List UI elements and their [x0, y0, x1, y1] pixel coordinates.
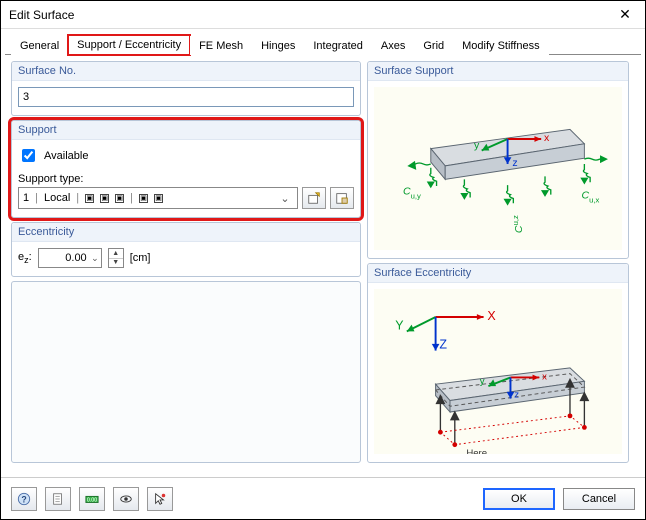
- cancel-button[interactable]: Cancel: [563, 488, 635, 510]
- surface-support-preview-group: Surface Support x y z: [367, 61, 629, 259]
- ez-value-input[interactable]: 0.00 ⌄: [38, 248, 102, 268]
- chevron-down-icon: ⌄: [91, 253, 99, 264]
- svg-text:Y: Y: [395, 318, 404, 332]
- dialog-footer: ? 0.00 OK Cancel: [1, 477, 645, 519]
- svg-text:u,y: u,y: [411, 192, 421, 201]
- ez-label: ez:: [18, 251, 32, 265]
- tab-strip: General Support / Eccentricity FE Mesh H…: [5, 33, 641, 55]
- units-icon: 0.00: [85, 492, 99, 506]
- support-title: Support: [12, 121, 360, 140]
- tab-grid[interactable]: Grid: [414, 36, 453, 55]
- tab-hinges[interactable]: Hinges: [252, 36, 304, 55]
- available-checkbox-row[interactable]: Available: [18, 146, 354, 165]
- surface-no-group: Surface No.: [11, 61, 361, 116]
- available-checkbox[interactable]: [22, 149, 35, 162]
- support-group: Support Available Support type: 1 | Loca…: [11, 120, 361, 218]
- svg-text:x: x: [542, 371, 547, 382]
- note-icon: [51, 492, 65, 506]
- ecc-preview-svg: X Y Z x y: [378, 293, 618, 454]
- support-type-dropdown[interactable]: 1 | Local | ▣ ▣ ▣ | ▣ ▣ ⌄: [18, 187, 298, 209]
- surface-eccentricity-illustration: X Y Z x y: [374, 289, 622, 454]
- tab-axes[interactable]: Axes: [372, 36, 414, 55]
- edit-support-button[interactable]: [330, 187, 354, 209]
- svg-text:z: z: [514, 390, 519, 401]
- help-icon: ?: [17, 492, 31, 506]
- pick-icon: [153, 492, 167, 506]
- svg-text:y: y: [480, 376, 485, 387]
- x-axis-label: x: [544, 132, 550, 144]
- new-support-button[interactable]: [302, 187, 326, 209]
- svg-text:Z: Z: [439, 338, 447, 352]
- window-title: Edit Surface: [9, 8, 74, 22]
- z-axis-label: z: [512, 157, 517, 169]
- pick-button[interactable]: [147, 487, 173, 511]
- svg-text:Here: Here: [466, 448, 487, 454]
- constraint-icon: ▣: [85, 194, 94, 203]
- spin-up-icon: ▲: [109, 249, 123, 259]
- surface-support-preview-title: Surface Support: [368, 62, 628, 81]
- surface-eccentricity-preview-title: Surface Eccentricity: [368, 264, 628, 283]
- content-area: Surface No. Support Available Support ty…: [1, 55, 645, 463]
- surface-support-illustration: x y z Cu,x: [374, 87, 622, 250]
- svg-text:0.00: 0.00: [87, 497, 97, 503]
- available-label: Available: [44, 150, 88, 162]
- empty-group: [11, 281, 361, 463]
- svg-text:u,z: u,z: [511, 215, 520, 225]
- title-bar: Edit Surface ✕: [1, 1, 645, 29]
- view-button[interactable]: [113, 487, 139, 511]
- new-icon: [307, 191, 321, 205]
- tab-modify-stiffness[interactable]: Modify Stiffness: [453, 36, 548, 55]
- surface-no-input[interactable]: [18, 87, 354, 107]
- surface-no-title: Surface No.: [12, 62, 360, 81]
- chevron-down-icon: ⌄: [277, 192, 293, 205]
- svg-text:?: ?: [21, 494, 26, 504]
- ez-spinner[interactable]: ▲ ▼: [108, 248, 124, 268]
- eccentricity-group: Eccentricity ez: 0.00 ⌄ ▲ ▼ [cm]: [11, 222, 361, 277]
- svg-text:X: X: [487, 309, 496, 323]
- edit-icon: [335, 191, 349, 205]
- eye-icon: [119, 492, 133, 506]
- support-type-label: Support type:: [18, 173, 354, 185]
- support-preview-svg: x y z Cu,x: [378, 91, 618, 250]
- constraint-icon: ▣: [100, 194, 109, 203]
- tab-integrated[interactable]: Integrated: [304, 36, 372, 55]
- tab-support-eccentricity[interactable]: Support / Eccentricity: [68, 35, 190, 55]
- right-column: Surface Support x y z: [367, 61, 629, 463]
- tab-general[interactable]: General: [11, 36, 68, 55]
- units-button[interactable]: 0.00: [79, 487, 105, 511]
- help-button[interactable]: ?: [11, 487, 37, 511]
- surface-eccentricity-preview-group: Surface Eccentricity X Y Z: [367, 263, 629, 463]
- close-icon: ✕: [619, 6, 631, 23]
- tab-fe-mesh[interactable]: FE Mesh: [190, 36, 252, 55]
- note-button[interactable]: [45, 487, 71, 511]
- close-button[interactable]: ✕: [605, 1, 645, 29]
- y-axis-label: y: [474, 140, 480, 152]
- constraint-icon: ▣: [154, 194, 163, 203]
- spin-down-icon: ▼: [109, 259, 123, 268]
- left-column: Surface No. Support Available Support ty…: [11, 61, 361, 463]
- ez-unit: [cm]: [130, 252, 151, 264]
- support-type-selected: 1 | Local | ▣ ▣ ▣ | ▣ ▣: [23, 192, 277, 204]
- constraint-icon: ▣: [139, 194, 148, 203]
- eccentricity-title: Eccentricity: [12, 223, 360, 242]
- constraint-icon: ▣: [115, 194, 124, 203]
- svg-text:u,x: u,x: [589, 195, 599, 204]
- ok-button[interactable]: OK: [483, 488, 555, 510]
- dialog-window: Edit Surface ✕ General Support / Eccentr…: [0, 0, 646, 520]
